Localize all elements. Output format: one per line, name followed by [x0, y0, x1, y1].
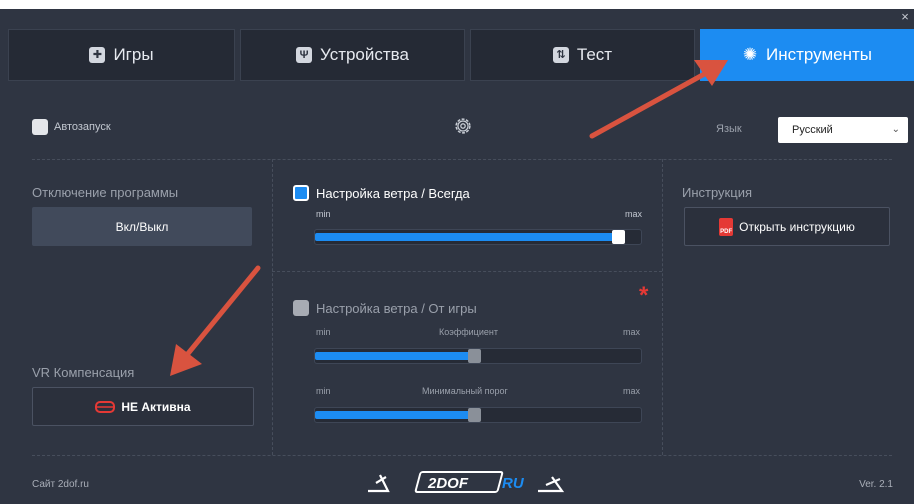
- tab-label: Тест: [576, 45, 613, 64]
- sliders-icon: ⇅: [552, 47, 569, 63]
- vr-headset-icon: [95, 400, 116, 413]
- open-instruction-label: Открыть инструкцию: [739, 219, 855, 234]
- tab-devices[interactable]: Ψ Устройства: [240, 29, 465, 81]
- gamepad-icon: ✚: [89, 47, 106, 63]
- version-label: Ver. 2.1: [859, 479, 893, 490]
- vr-compensation-title: VR Компенсация: [32, 365, 135, 380]
- coefficient-slider[interactable]: [314, 348, 642, 364]
- divider: [272, 159, 273, 455]
- settings-gear-icon[interactable]: [452, 115, 474, 137]
- usb-icon: Ψ: [296, 47, 313, 63]
- threshold-label: Минимальный порог: [422, 386, 508, 396]
- divider: [32, 455, 892, 456]
- gear-icon: ✺: [742, 45, 758, 64]
- slider-fill: [315, 411, 472, 419]
- tab-test[interactable]: ⇅ Тест: [470, 29, 695, 81]
- pdf-icon: PDF: [719, 217, 734, 236]
- 2dof-logo: 2DOF RU: [368, 471, 565, 493]
- vr-compensation-button[interactable]: НЕ Активна: [32, 387, 254, 426]
- required-asterisk: *: [639, 282, 649, 309]
- threshold-max-label: max: [623, 386, 641, 396]
- tab-label: Устройства: [320, 45, 409, 64]
- shutdown-title: Отключение программы: [32, 185, 179, 200]
- coef-max-label: max: [623, 327, 641, 337]
- tab-games[interactable]: ✚ Игры: [8, 29, 235, 81]
- wind-always-min-label: min: [316, 209, 331, 219]
- wind-game-title: Настройка ветра / От игры: [316, 301, 477, 316]
- toggle-program-label: Вкл/Выкл: [115, 219, 169, 234]
- language-select[interactable]: Русский ⌄: [778, 117, 908, 143]
- slider-fill: [315, 352, 472, 360]
- tools-panel: Автозапуск Язык Русский ⌄ Отключение про…: [14, 95, 908, 503]
- language-value: Русский: [792, 124, 833, 136]
- slider-fill: [315, 233, 616, 241]
- site-link[interactable]: Сайт 2dof.ru: [32, 479, 89, 490]
- wind-always-slider[interactable]: [314, 229, 642, 245]
- language-label: Язык: [716, 123, 742, 135]
- logo-suffix: RU: [502, 475, 525, 492]
- open-instruction-button[interactable]: PDF Открыть инструкцию: [684, 207, 890, 246]
- tab-tools[interactable]: ✺ Инструменты: [700, 29, 914, 81]
- wind-always-checkbox[interactable]: [293, 185, 309, 201]
- toggle-program-button[interactable]: Вкл/Выкл: [32, 207, 252, 246]
- slider-thumb[interactable]: [468, 349, 481, 363]
- autostart-checkbox[interactable]: [32, 119, 48, 135]
- instruction-title: Инструкция: [682, 185, 752, 200]
- threshold-min-label: min: [316, 386, 331, 396]
- min-threshold-slider[interactable]: [314, 407, 642, 423]
- autostart-label: Автозапуск: [54, 121, 111, 133]
- divider: [662, 159, 663, 455]
- wind-game-checkbox[interactable]: [293, 300, 309, 316]
- wind-always-title: Настройка ветра / Всегда: [316, 186, 470, 201]
- divider: [272, 271, 662, 272]
- coef-label: Коэффициент: [439, 327, 498, 337]
- chevron-down-icon: ⌄: [891, 124, 900, 135]
- coef-min-label: min: [316, 327, 331, 337]
- wind-always-max-label: max: [625, 209, 643, 219]
- close-icon[interactable]: ×: [898, 9, 912, 27]
- slider-thumb[interactable]: [612, 230, 625, 244]
- divider: [32, 159, 892, 160]
- logo-text: 2DOF: [427, 475, 469, 492]
- tab-label: Игры: [113, 45, 154, 64]
- slider-thumb[interactable]: [468, 408, 481, 422]
- tab-label: Инструменты: [765, 45, 872, 64]
- tab-bar: ✚ Игры Ψ Устройства ⇅ Тест ✺ Инструменты: [8, 29, 914, 81]
- vr-status-label: НЕ Активна: [121, 399, 191, 414]
- app-window: × ✚ Игры Ψ Устройства ⇅ Тест ✺ Инструмен…: [0, 9, 914, 504]
